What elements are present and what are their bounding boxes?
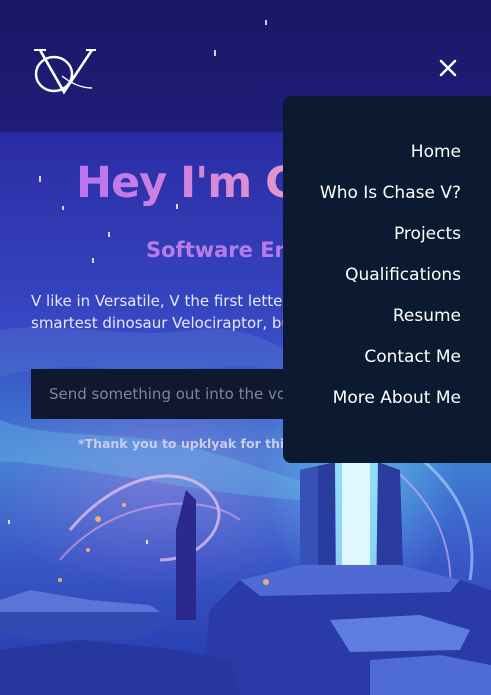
nav-item-who-is-chase-v[interactable]: Who Is Chase V?: [283, 182, 491, 223]
nav-item-more-about-me[interactable]: More About Me: [283, 387, 491, 428]
nav-item-projects[interactable]: Projects: [283, 223, 491, 264]
nav-dropdown-menu: Home Who Is Chase V? Projects Qualificat…: [283, 96, 491, 463]
artist-credit: *Thank you to upklyak for this aw: [78, 436, 317, 451]
nav-item-qualifications[interactable]: Qualifications: [283, 264, 491, 305]
nav-item-home[interactable]: Home: [283, 141, 491, 182]
nav-item-resume[interactable]: Resume: [283, 305, 491, 346]
logo-icon: [34, 49, 96, 95]
embers: [58, 503, 269, 585]
hero-subtitle: Software Eng: [146, 238, 305, 262]
close-menu-button[interactable]: [432, 52, 464, 84]
close-icon: [439, 59, 457, 77]
vc-monogram-logo[interactable]: [32, 44, 96, 96]
nav-item-contact-me[interactable]: Contact Me: [283, 346, 491, 387]
hero-title: Hey I'm Cl: [76, 158, 310, 208]
